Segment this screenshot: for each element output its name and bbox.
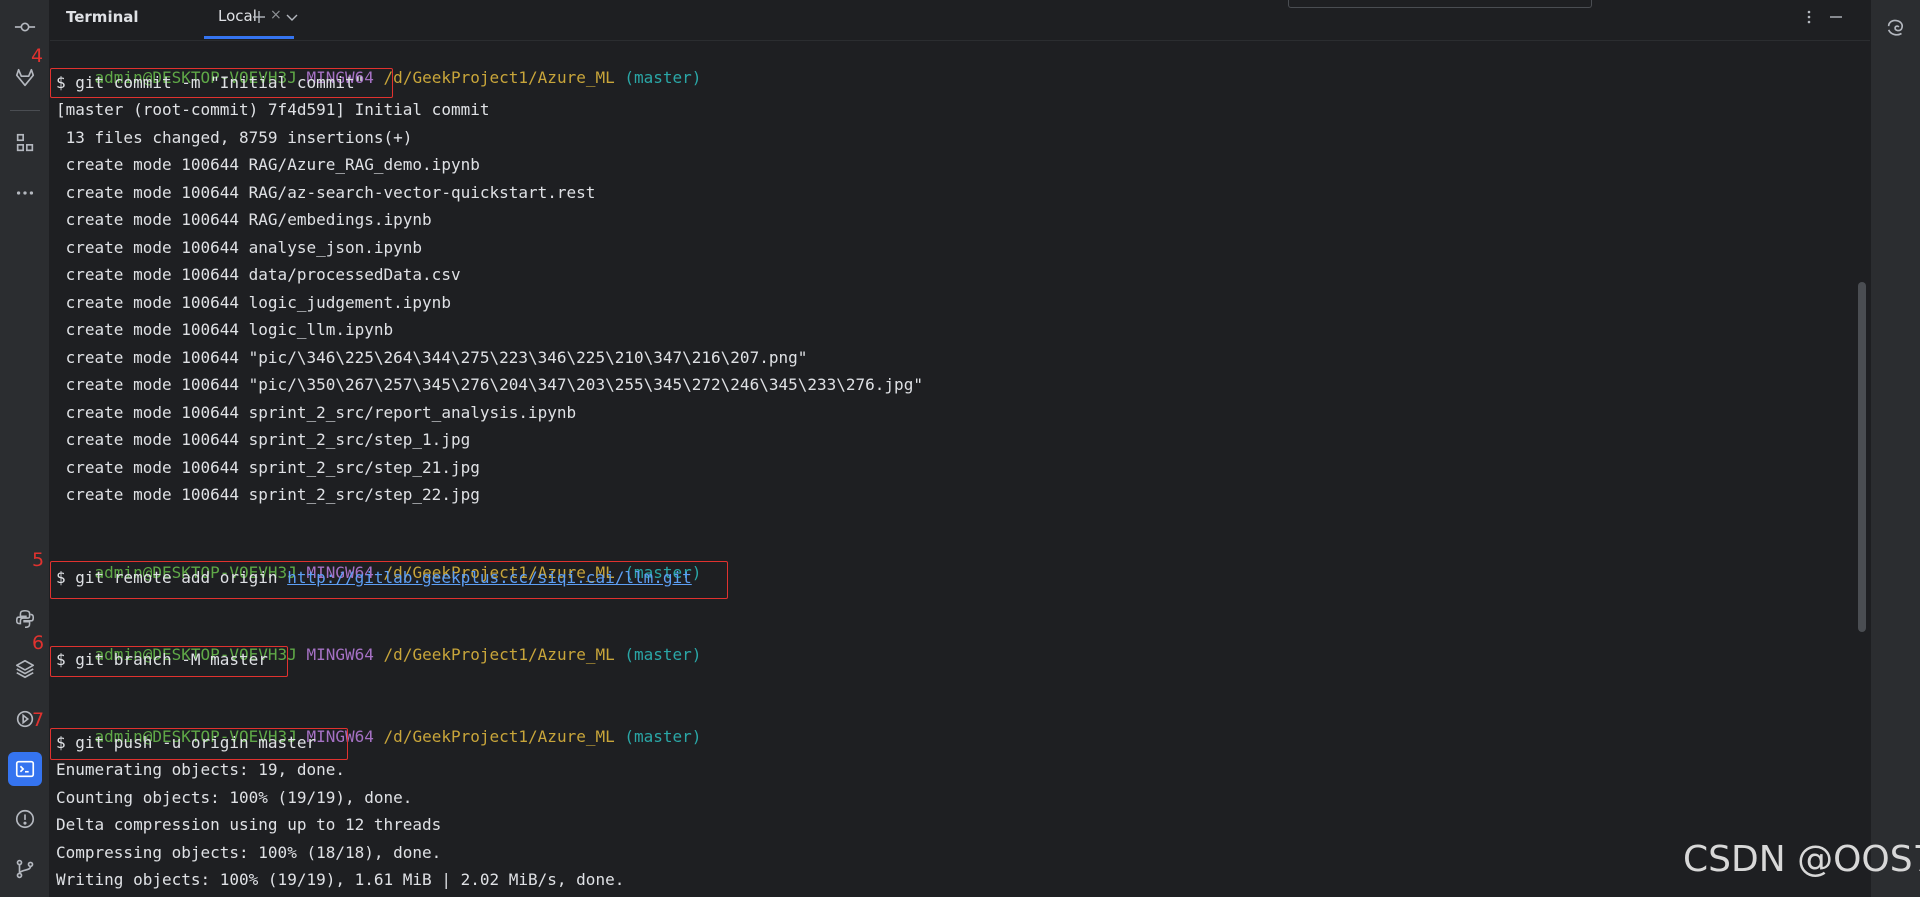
ai-assistant-icon[interactable] — [1879, 11, 1913, 45]
output-line: Compressing objects: 100% (18/18), done. — [56, 843, 442, 862]
output-line: Delta compression using up to 12 threads — [56, 815, 442, 834]
python-icon[interactable] — [8, 602, 42, 636]
prompt-line: admin@DESKTOP-VOEVH3J MINGW64 /d/GeekPro… — [56, 622, 702, 664]
step-number-7: 7 — [32, 709, 45, 731]
output-line: Counting objects: 100% (19/19), done. — [56, 788, 413, 807]
more-icon[interactable] — [8, 176, 42, 210]
output-line: create mode 100644 RAG/Azure_RAG_demo.ip… — [56, 155, 480, 174]
output-line: Writing objects: 100% (19/19), 1.61 MiB … — [56, 870, 625, 889]
add-tab-icon[interactable] — [246, 4, 272, 30]
output-line: create mode 100644 "pic/\350\267\257\345… — [56, 375, 923, 394]
step-number-5: 5 — [32, 549, 45, 571]
highlight-box-push — [50, 728, 348, 760]
prompt-branch: (master) — [624, 68, 702, 87]
output-line: create mode 100644 "pic/\346\225\264\344… — [56, 348, 808, 367]
minimize-icon[interactable] — [1823, 4, 1849, 30]
prompt-path: /d/GeekProject1/Azure_ML — [383, 68, 615, 87]
terminal-output[interactable]: admin@DESKTOP-VOEVH3J MINGW64 /d/GeekPro… — [50, 41, 1870, 897]
step-number-6: 6 — [32, 632, 45, 654]
structure-icon[interactable] — [8, 126, 42, 160]
git-icon[interactable] — [8, 852, 42, 886]
prompt-host: MINGW64 — [306, 645, 374, 664]
prompt-path: /d/GeekProject1/Azure_ML — [383, 727, 615, 746]
terminal-icon[interactable] — [8, 752, 42, 786]
output-line: create mode 100644 data/processedData.cs… — [56, 265, 461, 284]
prompt-branch: (master) — [624, 727, 702, 746]
output-line: [master (root-commit) 7f4d591] Initial c… — [56, 100, 490, 119]
output-line: create mode 100644 logic_llm.ipynb — [56, 320, 394, 339]
highlight-box-commit — [50, 68, 393, 98]
tab-dropdown-icon[interactable] — [279, 4, 305, 30]
step-number-4: 4 — [31, 45, 44, 67]
terminal-header: Terminal Local × — [50, 0, 1870, 41]
output-line: create mode 100644 sprint_2_src/step_22.… — [56, 485, 480, 504]
prompt-line: admin@DESKTOP-VOEVH3J MINGW64 /d/GeekPro… — [56, 540, 702, 582]
watermark: CSDN @OOS7 — [1683, 839, 1920, 880]
highlight-box-remote — [50, 561, 728, 599]
output-line: create mode 100644 analyse_json.ipynb — [56, 238, 423, 257]
commit-icon[interactable] — [8, 10, 42, 44]
output-line: create mode 100644 sprint_2_src/report_a… — [56, 403, 577, 422]
output-line: create mode 100644 sprint_2_src/step_21.… — [56, 458, 480, 477]
output-line: create mode 100644 RAG/embedings.ipynb — [56, 210, 432, 229]
tool-window-title: Terminal — [66, 8, 139, 26]
output-line: Enumerating objects: 19, done. — [56, 760, 345, 779]
prompt-path: /d/GeekProject1/Azure_ML — [383, 645, 615, 664]
right-tool-strip — [1870, 0, 1920, 897]
output-line: create mode 100644 RAG/az-search-vector-… — [56, 183, 596, 202]
prompt-branch: (master) — [624, 645, 702, 664]
search-field[interactable] — [1288, 0, 1592, 8]
output-line: 13 files changed, 8759 insertions(+) — [56, 128, 413, 147]
scrollbar-thumb[interactable] — [1858, 282, 1866, 632]
output-line: create mode 100644 logic_judgement.ipynb — [56, 293, 451, 312]
layers-icon[interactable] — [8, 652, 42, 686]
toolbar-separator — [10, 110, 40, 111]
prompt-line: admin@DESKTOP-VOEVH3J MINGW64 /d/GeekPro… — [56, 45, 702, 87]
left-tool-strip — [0, 0, 50, 897]
output-line: create mode 100644 sprint_2_src/step_1.j… — [56, 430, 471, 449]
highlight-box-branch — [50, 646, 288, 677]
options-icon[interactable] — [1796, 4, 1822, 30]
prompt-line: admin@DESKTOP-VOEVH3J MINGW64 /d/GeekPro… — [56, 704, 702, 746]
problems-icon[interactable] — [8, 802, 42, 836]
